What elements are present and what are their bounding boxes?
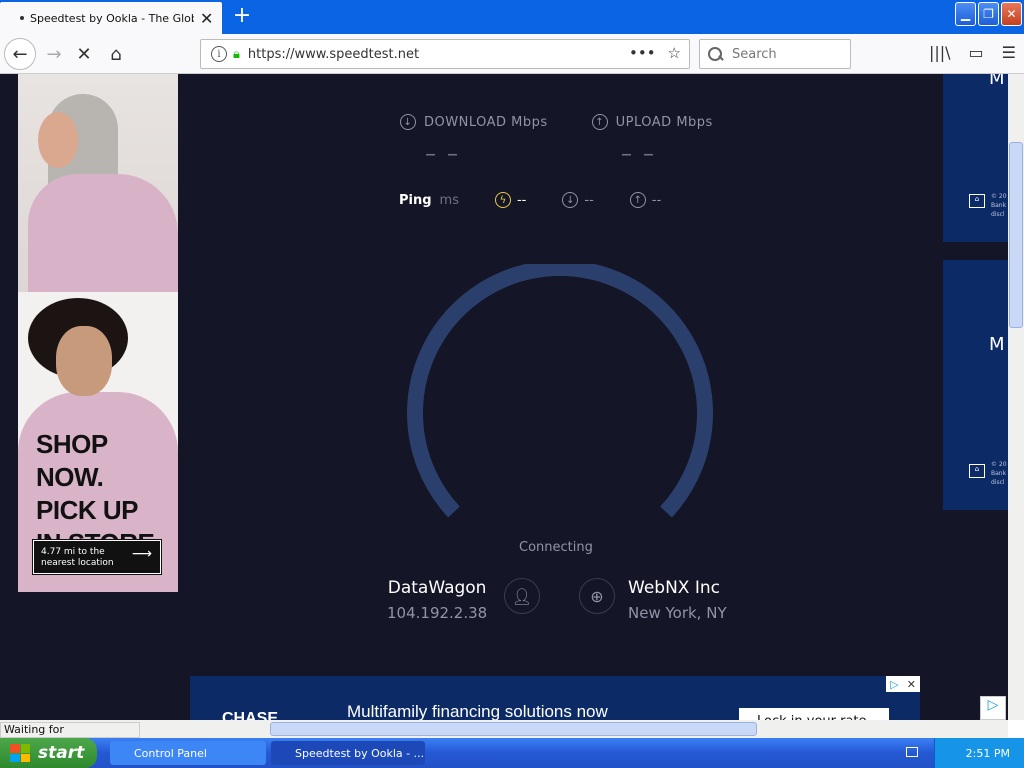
loading-dot-icon bbox=[20, 16, 24, 20]
lock-icon: 🔒︎ bbox=[233, 46, 240, 62]
ping-unit: ms bbox=[439, 192, 459, 208]
server-info[interactable]: WebNX Inc New York, NY bbox=[628, 578, 727, 622]
status-bar: Waiting for io.narrative.io... bbox=[0, 722, 140, 749]
menu-icon[interactable]: ☰ bbox=[1002, 43, 1016, 62]
ad-location-button[interactable]: 4.77 mi to the nearest location ⟶ bbox=[32, 539, 162, 575]
sidebar-icon[interactable]: ▭ bbox=[969, 43, 984, 62]
isp-name: DataWagon bbox=[387, 578, 487, 598]
download-label: ↓ DOWNLOAD Mbps bbox=[400, 114, 548, 130]
download-value: – – bbox=[425, 142, 460, 167]
tab-title: Speedtest by Ookla - The Global B bbox=[30, 11, 194, 25]
search-icon bbox=[708, 47, 722, 61]
horizontal-scroll-thumb[interactable] bbox=[270, 722, 757, 736]
system-tray: 2:51 PM bbox=[934, 738, 1024, 768]
adchoices-icon[interactable]: ▷ bbox=[980, 696, 1006, 720]
download-icon: ↓ bbox=[400, 114, 416, 130]
search-placeholder: Search bbox=[732, 46, 777, 62]
isp-ip: 104.192.2.38 bbox=[387, 604, 488, 622]
taskbar-item-speedtest[interactable]: Speedtest by Ookla - ... bbox=[271, 741, 425, 765]
taskbar-item-control-panel[interactable]: Control Panel bbox=[110, 741, 266, 765]
equal-housing-icon: ⌂ bbox=[969, 194, 985, 208]
equal-housing-icon: ⌂ bbox=[969, 464, 985, 478]
new-tab-button[interactable]: + bbox=[230, 4, 254, 28]
page-content: SHOP NOW. PICK UP IN STORE. 4.77 mi to t… bbox=[0, 74, 1008, 720]
chase-logo: CHASE bbox=[222, 710, 279, 720]
arrow-right-icon: ⟶ bbox=[131, 546, 152, 562]
server-name: WebNX Inc bbox=[628, 578, 720, 598]
close-window-button[interactable]: ✕ bbox=[1001, 2, 1022, 26]
vertical-scrollbar[interactable] bbox=[1008, 74, 1024, 720]
ad-photo-woman bbox=[18, 74, 178, 294]
minimize-button[interactable]: ▁ bbox=[955, 2, 976, 26]
user-icon[interactable]: 👤︎ bbox=[504, 578, 540, 614]
bottom-ad-text: Multifamily financing solutions now bbox=[347, 702, 608, 720]
site-info-icon[interactable]: i bbox=[211, 46, 227, 62]
start-button[interactable]: start bbox=[0, 738, 97, 768]
bottom-ad-button[interactable]: Lock in your rate bbox=[739, 708, 889, 720]
vertical-scroll-thumb[interactable] bbox=[1009, 142, 1023, 328]
right-ad-bottom[interactable]: M ⌂ © 20 Bank discl bbox=[943, 260, 1008, 510]
idle-latency-icon: ϟ bbox=[494, 192, 511, 208]
download-latency-icon: ↓ bbox=[562, 192, 579, 208]
home-button[interactable]: ⌂ bbox=[100, 38, 132, 70]
windows-logo-icon bbox=[10, 744, 30, 762]
keyboard-icon[interactable] bbox=[906, 747, 918, 757]
url-text[interactable]: https://www.speedtest.net bbox=[248, 47, 419, 62]
adchoices-icon[interactable]: ▷ ✕ bbox=[886, 676, 920, 692]
upload-label: ↑ UPLOAD Mbps bbox=[591, 114, 713, 130]
speed-gauge bbox=[407, 264, 713, 518]
bookmark-star-icon[interactable]: ☆ bbox=[668, 44, 681, 62]
back-button[interactable]: ← bbox=[4, 38, 36, 70]
forward-button[interactable]: → bbox=[38, 38, 70, 70]
speed-labels: ↓ DOWNLOAD Mbps ↑ UPLOAD Mbps bbox=[400, 114, 713, 130]
stop-button[interactable]: ✕ bbox=[68, 38, 100, 70]
library-icon[interactable]: |||\ bbox=[929, 43, 951, 62]
ping-upload: ↑ -- bbox=[629, 192, 661, 208]
upload-value: – – bbox=[621, 142, 656, 167]
ping-idle: ϟ -- bbox=[494, 192, 526, 208]
page-actions-icon[interactable]: ••• bbox=[629, 44, 656, 62]
ping-row: Ping ms ϟ -- ↓ -- ↑ -- bbox=[399, 192, 661, 208]
globe-icon[interactable]: ⊕ bbox=[579, 578, 615, 614]
close-tab-icon[interactable]: ✕ bbox=[200, 9, 213, 28]
left-ad-banner[interactable]: SHOP NOW. PICK UP IN STORE. 4.77 mi to t… bbox=[18, 74, 178, 592]
search-bar[interactable]: Search bbox=[699, 39, 851, 69]
clock: 2:51 PM bbox=[965, 746, 1010, 760]
ping-download: ↓ -- bbox=[562, 192, 594, 208]
ping-label: Ping bbox=[399, 192, 432, 208]
upload-latency-icon: ↑ bbox=[629, 192, 646, 208]
bottom-ad-banner[interactable]: CHASE Multifamily financing solutions no… bbox=[190, 676, 920, 720]
taskbar: start Control Panel Speedtest by Ookla -… bbox=[0, 738, 1024, 768]
isp-info: DataWagon 104.192.2.38 bbox=[387, 578, 487, 622]
server-location: New York, NY bbox=[628, 604, 727, 622]
browser-tab[interactable]: Speedtest by Ookla - The Global B ✕ bbox=[0, 2, 222, 34]
navigation-bar: ← → ✕ ⌂ i 🔒︎ https://www.speedtest.net •… bbox=[0, 34, 1024, 74]
right-ad-top[interactable]: M ⌂ © 20 Bank discl bbox=[943, 74, 1008, 242]
url-bar[interactable]: i 🔒︎ https://www.speedtest.net ••• ☆ bbox=[200, 39, 690, 69]
window-controls: ▁ ❐ ✕ bbox=[955, 2, 1022, 26]
connection-status: Connecting bbox=[519, 540, 593, 555]
upload-icon: ↑ bbox=[591, 114, 608, 130]
horizontal-scrollbar[interactable] bbox=[0, 720, 1008, 738]
tab-bar: Speedtest by Ookla - The Global B ✕ + ▁ … bbox=[0, 0, 1024, 34]
restore-button[interactable]: ❐ bbox=[978, 2, 999, 26]
